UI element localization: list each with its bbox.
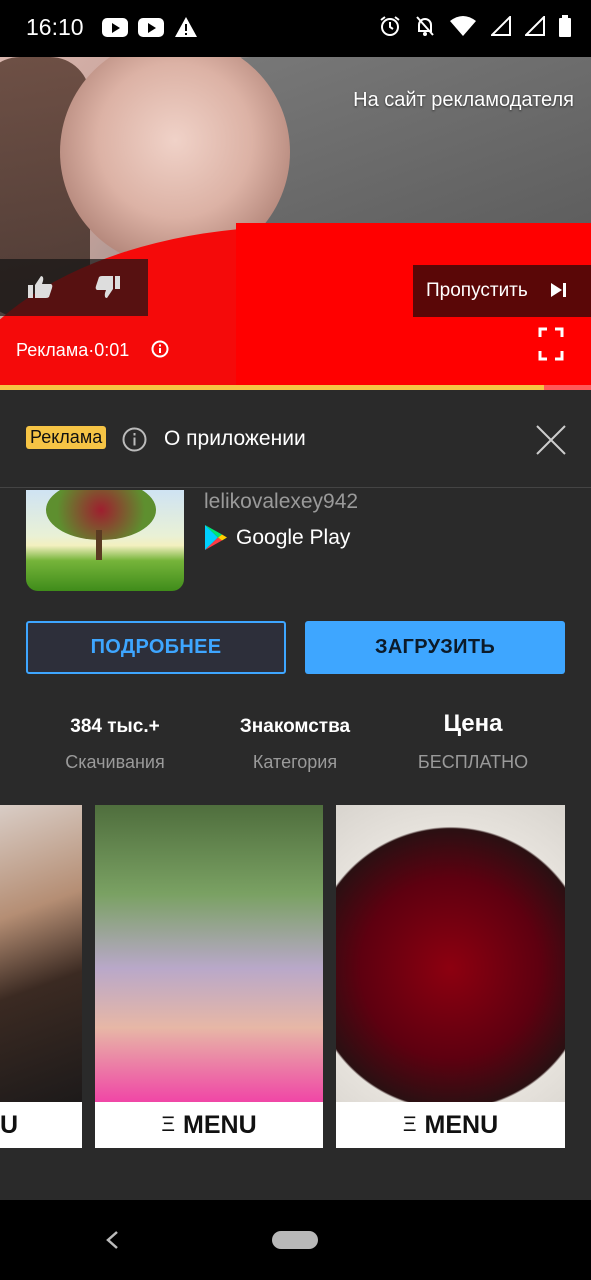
like-icon[interactable]: [28, 275, 54, 299]
dislike-icon[interactable]: [94, 275, 120, 299]
screenshot-menu-bar: Ξ MENU: [336, 1102, 565, 1148]
status-right-icons: [379, 15, 571, 37]
status-left-icons: [102, 16, 198, 38]
app-ad-sheet: Реклама О приложении lelikovalexey942 Go…: [0, 390, 591, 1200]
menu-icon: Ξ: [161, 1113, 176, 1136]
wifi-icon: [450, 16, 476, 36]
close-icon[interactable]: [535, 424, 567, 456]
store-name: Google Play: [236, 525, 351, 549]
stat-value: Знакомства: [239, 716, 351, 737]
ad-time-label: Реклама·0:01: [16, 340, 130, 360]
sheet-title: О приложении: [164, 427, 306, 450]
stat-label: БЕСПЛАТНО: [417, 752, 529, 772]
screenshot-item[interactable]: U: [0, 805, 82, 1148]
screenshots-carousel[interactable]: U Ξ MENU Ξ MENU: [0, 805, 591, 1148]
google-play-badge: Google Play: [204, 524, 350, 551]
video-player[interactable]: На сайт рекламодателя Пропустить Реклама…: [0, 57, 591, 390]
battery-icon: [559, 15, 571, 37]
warning-icon: [175, 17, 197, 37]
info-icon[interactable]: [151, 340, 169, 358]
info-icon[interactable]: [122, 427, 147, 452]
developer-name: lelikovalexey942: [204, 490, 359, 513]
signal-icon: [525, 16, 545, 36]
signal-icon: [491, 16, 511, 36]
home-pill[interactable]: [272, 1231, 318, 1249]
rating-panel: [0, 259, 148, 316]
menu-icon: Ξ: [402, 1113, 417, 1136]
menu-label: MENU: [183, 1110, 257, 1139]
screenshot-image: [336, 805, 565, 1102]
stat-value: Цена: [443, 710, 503, 737]
stat-value: 384 тыс.+: [70, 716, 160, 737]
system-nav-bar: [0, 1200, 591, 1280]
screenshot-menu-bar: Ξ MENU: [95, 1102, 323, 1148]
advertiser-link[interactable]: На сайт рекламодателя: [353, 89, 574, 112]
screenshot-item[interactable]: Ξ MENU: [95, 805, 323, 1148]
screenshot-image: [95, 805, 323, 1102]
skip-next-icon: [551, 283, 566, 297]
install-button[interactable]: ЗАГРУЗИТЬ: [305, 621, 565, 674]
skip-ad-button[interactable]: Пропустить: [413, 265, 591, 317]
ad-badge: Реклама: [26, 426, 107, 449]
status-time: 16:10: [26, 14, 84, 40]
google-play-icon: [205, 525, 227, 550]
fullscreen-icon[interactable]: [538, 327, 564, 361]
alarm-icon: [380, 16, 400, 36]
menu-label: MENU: [424, 1110, 499, 1139]
back-icon[interactable]: [104, 1230, 120, 1250]
youtube-icon: [102, 17, 128, 37]
app-icon: [26, 490, 184, 591]
skip-ad-label: Пропустить: [426, 280, 528, 301]
sheet-header: Реклама О приложении: [0, 390, 591, 488]
screenshot-menu-bar: U: [0, 1102, 82, 1148]
stat-downloads: 384 тыс.+ Скачивания: [25, 716, 205, 773]
more-info-button[interactable]: ПОДРОБНЕЕ: [26, 621, 286, 674]
screenshot-image: [0, 805, 82, 1102]
stat-category: Знакомства Категория: [205, 716, 385, 773]
menu-label: U: [0, 1110, 19, 1139]
notifications-off-icon: [416, 16, 434, 36]
stat-price: Цена БЕСПЛАТНО: [383, 710, 563, 773]
stat-label: Скачивания: [65, 752, 165, 772]
stat-label: Категория: [252, 752, 338, 772]
screenshot-item[interactable]: Ξ MENU: [336, 805, 565, 1148]
status-bar: 16:10: [0, 0, 591, 57]
youtube-icon: [138, 17, 164, 37]
